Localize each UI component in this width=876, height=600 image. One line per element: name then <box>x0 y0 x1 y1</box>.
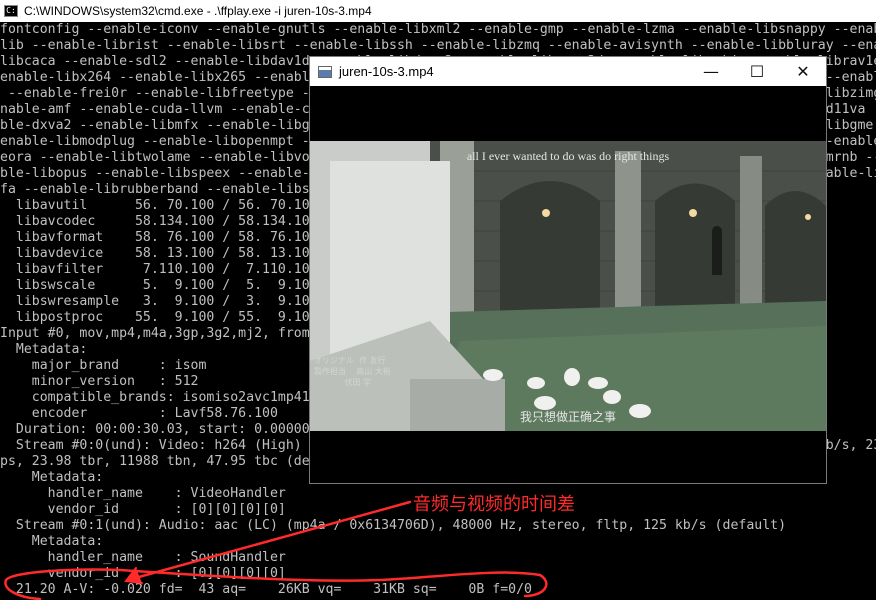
console-line: major_brand : isom <box>0 358 207 373</box>
subtitle-english: all I ever wanted to do was do right thi… <box>466 149 670 163</box>
minimize-button[interactable]: — <box>688 57 734 86</box>
video-frame[interactable]: all I ever wanted to do was do right thi… <box>310 141 826 431</box>
console-line: libpostproc 55. 9.100 / 55. 9.100 <box>0 310 318 325</box>
av-status-line: 21.20 A-V: -0.020 fd= 43 aq= 26KB vq= 31… <box>0 582 532 597</box>
console-line: fontconfig --enable-iconv --enable-gnutl… <box>0 22 876 37</box>
console-line: libavformat 58. 76.100 / 58. 76.100 <box>0 230 318 245</box>
console-line: libavcodec 58.134.100 / 58.134.100 <box>0 214 318 229</box>
subtitle-chinese: 我只想做正确之事 <box>519 410 616 424</box>
console-line: libswscale 5. 9.100 / 5. 9.100 <box>0 278 318 293</box>
maximize-button[interactable]: ☐ <box>734 57 780 86</box>
console-line: lib --enable-librist --enable-libsrt --e… <box>0 38 876 53</box>
console-line: minor_version : 512 <box>0 374 199 389</box>
console-line: Metadata: <box>0 534 104 549</box>
video-credits-text: オリジナル 作 友行 製作担当 高山 大裕 伏田 学 <box>314 356 391 387</box>
cmd-title: C:\WINDOWS\system32\cmd.exe - .\ffplay.e… <box>24 4 372 18</box>
console-line: handler_name : SoundHandler <box>0 550 286 565</box>
console-line: vendor_id : [0][0][0][0] <box>0 502 286 517</box>
console-line: libswresample 3. 9.100 / 3. 9.100 <box>0 294 318 309</box>
ffplay-window[interactable]: juren-10s-3.mp4 — ☐ ✕ all I ever wanted … <box>309 56 827 484</box>
console-line: libavfilter 7.110.100 / 7.110.100 <box>0 262 318 277</box>
console-line: Stream #0:1(und): Audio: aac (LC) (mp4a … <box>0 518 787 533</box>
console-line: encoder : Lavf58.76.100 <box>0 406 278 421</box>
console-line: Metadata: <box>0 342 88 357</box>
console-line: libavdevice 58. 13.100 / 58. 13.100 <box>0 246 318 261</box>
console-line: libavutil 56. 70.100 / 56. 70.100 <box>0 198 318 213</box>
annotation-label: 音频与视频的时间差 <box>413 494 575 515</box>
ffplay-title: juren-10s-3.mp4 <box>339 64 434 79</box>
cmd-icon: C: <box>4 5 18 17</box>
console-line: Metadata: <box>0 470 104 485</box>
ffplay-titlebar[interactable]: juren-10s-3.mp4 — ☐ ✕ <box>310 57 826 86</box>
console-line: ps, 23.98 tbr, 11988 tbn, 47.95 tbc (def… <box>0 454 358 469</box>
window-controls: — ☐ ✕ <box>688 57 826 86</box>
console-line: vendor_id : [0][0][0][0] <box>0 566 286 581</box>
window-app-icon <box>318 65 332 78</box>
cmd-titlebar[interactable]: C: C:\WINDOWS\system32\cmd.exe - .\ffpla… <box>0 0 876 22</box>
close-button[interactable]: ✕ <box>780 57 826 86</box>
console-line: compatible_brands: isomiso2avc1mp41 <box>0 390 310 405</box>
console-line: handler_name : VideoHandler <box>0 486 286 501</box>
